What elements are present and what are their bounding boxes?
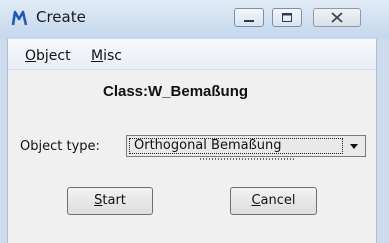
menu-misc[interactable]: Misc xyxy=(91,48,122,64)
object-type-label: Object type: xyxy=(20,139,100,154)
dotted-separator xyxy=(200,158,295,160)
title-bar[interactable]: Create xyxy=(0,0,389,40)
mstn-logo-icon xyxy=(11,9,29,27)
menu-object-label: bject xyxy=(36,48,71,64)
start-button[interactable]: Start xyxy=(67,187,153,215)
window-frame-left xyxy=(0,39,8,243)
object-type-value: Orthogonal Bemaßung xyxy=(134,138,282,153)
maximize-icon xyxy=(282,13,292,22)
window-frame-right xyxy=(376,39,389,243)
cancel-button[interactable]: Cancel xyxy=(230,187,317,215)
menu-bar: Object Misc xyxy=(8,39,376,70)
menu-misc-accel: M xyxy=(91,48,104,64)
object-type-dropdown[interactable]: Orthogonal Bemaßung xyxy=(126,135,366,157)
cancel-button-accel: C xyxy=(251,193,261,208)
close-icon xyxy=(331,12,343,23)
create-dialog-window: Create Object Misc Class:W_Bemaßung Obje… xyxy=(0,0,389,243)
cancel-button-label: ancel xyxy=(260,193,296,208)
maximize-button[interactable] xyxy=(272,8,302,27)
class-label: Class:W_Bemaßung xyxy=(103,83,249,100)
minimize-icon xyxy=(244,20,254,22)
minimize-button[interactable] xyxy=(234,8,264,27)
chevron-down-icon xyxy=(350,144,358,149)
close-button[interactable] xyxy=(313,8,361,27)
start-button-label: tart xyxy=(102,193,126,208)
menu-object-accel: O xyxy=(25,48,37,64)
window-title: Create xyxy=(36,8,86,26)
menu-object[interactable]: Object xyxy=(25,48,71,64)
menu-misc-label: isc xyxy=(103,48,122,64)
